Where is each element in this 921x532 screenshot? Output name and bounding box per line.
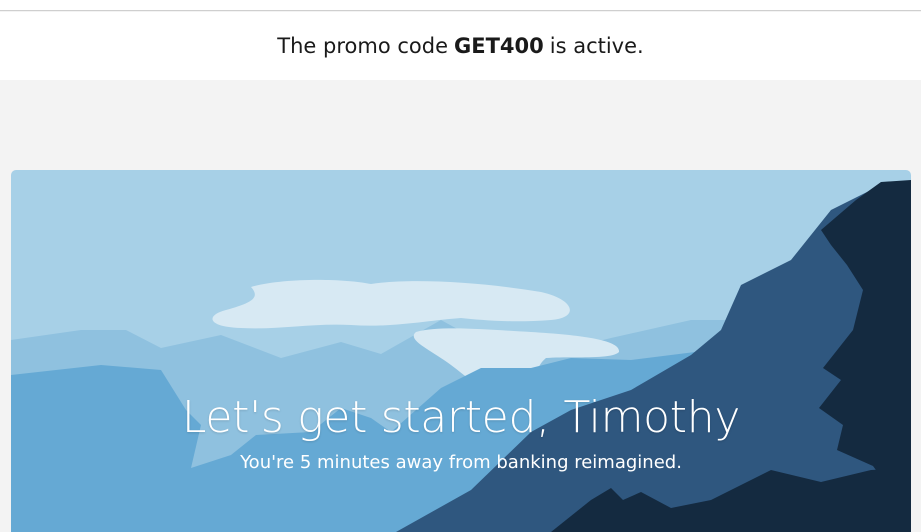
hero-subheadline: You're 5 minutes away from banking reima…	[240, 452, 682, 473]
hero-headline: Let's get started, Timothy	[181, 392, 741, 443]
promo-banner: The promo code GET400 is active.	[0, 12, 921, 80]
hero-banner: Let's get started, Timothy You're 5 minu…	[11, 170, 911, 532]
promo-suffix-text: is active.	[549, 34, 644, 58]
promo-code: GET400	[454, 34, 544, 58]
browser-top-border	[0, 0, 921, 11]
cloud-shape	[212, 279, 570, 329]
promo-prefix-text: The promo code	[277, 34, 448, 58]
mountain-landscape-illustration	[11, 180, 911, 532]
